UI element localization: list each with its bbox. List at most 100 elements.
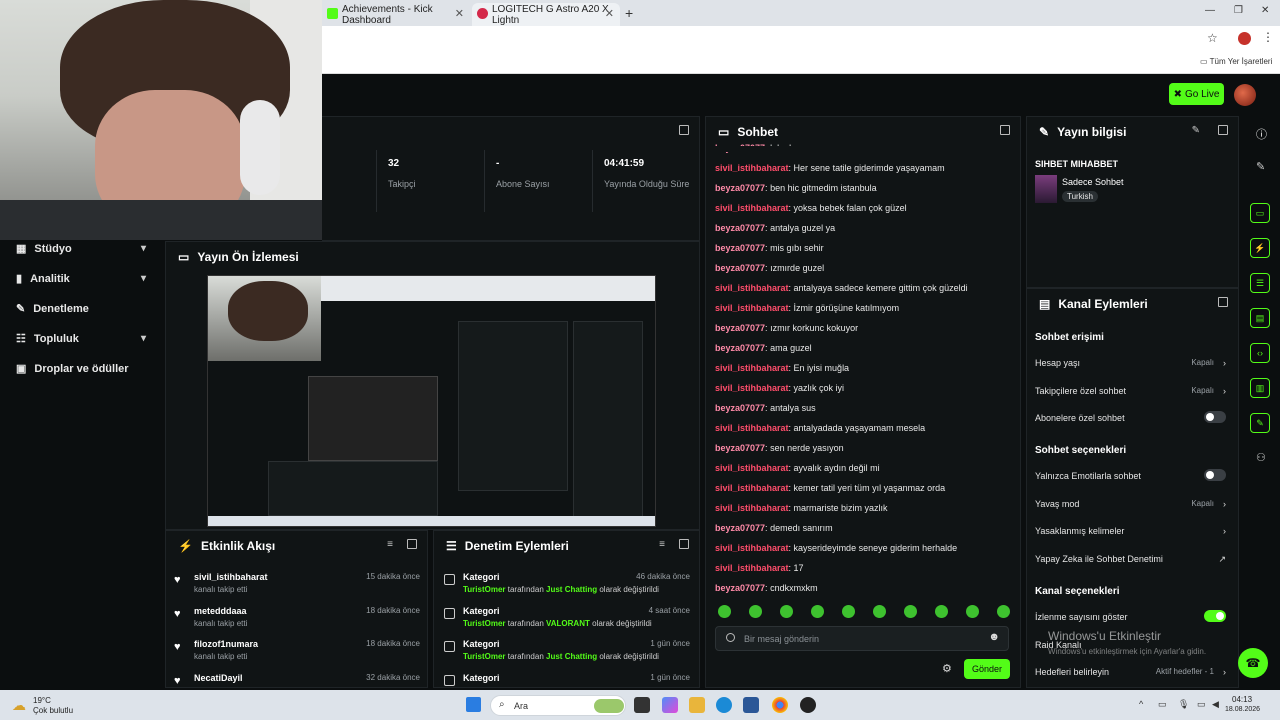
stream-preview-video[interactable] bbox=[207, 275, 656, 527]
weather-icon[interactable]: ☁ bbox=[12, 697, 26, 714]
rail-code-icon[interactable]: ‹› bbox=[1250, 343, 1270, 363]
chat-input[interactable]: Bir mesaj gönderin ☻ bbox=[715, 626, 1009, 651]
file-explorer-icon[interactable] bbox=[689, 697, 705, 713]
filter-icon[interactable]: ≡ bbox=[659, 539, 665, 550]
popout-icon[interactable] bbox=[407, 539, 417, 549]
emote-icon[interactable] bbox=[749, 605, 762, 618]
sidebar-item-studio[interactable]: ▦ Stüdyo ▾ bbox=[16, 242, 146, 256]
minimize-icon[interactable]: — bbox=[1205, 5, 1215, 16]
chat-username[interactable]: sivil_istihbaharat bbox=[715, 203, 789, 213]
emoji-icon[interactable]: ☻ bbox=[988, 631, 1000, 643]
activity-user[interactable]: sivil_istihbaharat bbox=[194, 572, 268, 582]
channel-action-row[interactable]: Hesap yaşı Kapalı › bbox=[1035, 358, 1230, 368]
channel-action-row[interactable]: Takipçilere özel sohbet Kapalı › bbox=[1035, 386, 1230, 396]
chat-username[interactable]: beyza07077 bbox=[715, 263, 765, 273]
chat-username[interactable]: beyza07077 bbox=[715, 403, 765, 413]
chat-username[interactable]: beyza07077 bbox=[715, 183, 765, 193]
microphone-icon[interactable]: 🎙 bbox=[1178, 699, 1189, 710]
copilot-icon[interactable] bbox=[662, 697, 678, 713]
edit-icon[interactable]: ✎ bbox=[1192, 125, 1200, 136]
close-tab-icon[interactable]: ✕ bbox=[605, 7, 614, 20]
sidebar-item-moderation[interactable]: ✎ Denetleme bbox=[16, 302, 146, 316]
chat-username[interactable]: beyza07077 bbox=[715, 443, 765, 453]
chat-username[interactable]: beyza07077 bbox=[715, 343, 765, 353]
rail-tools-icon[interactable]: ✎ bbox=[1250, 413, 1270, 433]
app-icon[interactable] bbox=[800, 697, 816, 713]
star-bookmark-icon[interactable]: ☆ bbox=[1207, 31, 1218, 45]
new-tab-icon[interactable]: + bbox=[625, 5, 633, 21]
info-icon[interactable]: ⓘ bbox=[1256, 126, 1267, 142]
emote-icon[interactable] bbox=[935, 605, 948, 618]
close-tab-icon[interactable]: ✕ bbox=[455, 7, 464, 20]
emote-icon[interactable] bbox=[811, 605, 824, 618]
chat-username[interactable]: sivil_istihbaharat bbox=[715, 463, 789, 473]
chrome-icon[interactable] bbox=[772, 697, 788, 713]
activity-user[interactable]: filozof1numara bbox=[194, 639, 258, 649]
chat-username[interactable]: beyza07077 bbox=[715, 583, 765, 593]
emote-icon[interactable] bbox=[904, 605, 917, 618]
menu-dots-icon[interactable]: ⋮ bbox=[1262, 30, 1274, 44]
windows-start-icon[interactable] bbox=[466, 697, 481, 712]
profile-icon[interactable] bbox=[1238, 32, 1251, 45]
send-button[interactable]: Gönder bbox=[964, 659, 1010, 679]
rail-stats-icon[interactable]: ▥ bbox=[1250, 378, 1270, 398]
channel-action-row[interactable]: Yavaş mod Kapalı › bbox=[1035, 499, 1230, 509]
chat-username[interactable]: beyza07077 bbox=[715, 243, 765, 253]
popout-icon[interactable] bbox=[679, 125, 689, 135]
close-window-icon[interactable]: ✕ bbox=[1261, 5, 1269, 16]
activity-user[interactable]: metedddaaa bbox=[194, 606, 247, 616]
tray-chevron-icon[interactable]: ^ bbox=[1139, 699, 1143, 709]
chat-username[interactable]: beyza07077 bbox=[715, 323, 765, 333]
go-live-button[interactable]: ✖ Go Live bbox=[1169, 83, 1224, 105]
toggle-switch[interactable] bbox=[1204, 411, 1226, 423]
popout-icon[interactable] bbox=[1218, 125, 1228, 135]
restore-icon[interactable]: ❐ bbox=[1234, 5, 1243, 16]
chat-mode-icon[interactable] bbox=[726, 633, 735, 642]
filter-icon[interactable]: ≡ bbox=[387, 539, 393, 550]
rail-activity-icon[interactable]: ⚡ bbox=[1250, 238, 1270, 258]
popout-icon[interactable] bbox=[1000, 125, 1010, 135]
task-view-icon[interactable] bbox=[634, 697, 650, 713]
sidebar-item-community[interactable]: ☷ Topluluk ▾ bbox=[16, 332, 146, 346]
chat-username[interactable]: beyza07077 bbox=[715, 523, 765, 533]
chat-username[interactable]: sivil_istihbaharat bbox=[715, 303, 789, 313]
volume-icon[interactable]: ◀ bbox=[1212, 699, 1219, 710]
chat-username[interactable]: beyza07077 bbox=[715, 223, 765, 233]
chat-username[interactable]: sivil_istihbaharat bbox=[715, 163, 789, 173]
user-avatar[interactable] bbox=[1234, 84, 1256, 106]
chat-username[interactable]: sivil_istihbaharat bbox=[715, 563, 789, 573]
emote-icon[interactable] bbox=[718, 605, 731, 618]
channel-action-row[interactable]: Yapay Zeka ile Sohbet Denetimi ↗ bbox=[1035, 554, 1230, 564]
popout-icon[interactable] bbox=[679, 539, 689, 549]
emote-icon[interactable] bbox=[966, 605, 979, 618]
edge-icon[interactable] bbox=[716, 697, 732, 713]
all-bookmarks[interactable]: ▭ Tüm Yer İşaretleri bbox=[1200, 57, 1272, 66]
chat-username[interactable]: sivil_istihbaharat bbox=[715, 483, 789, 493]
chat-username[interactable]: sivil_istihbaharat bbox=[715, 383, 789, 393]
edit-icon[interactable]: ✎ bbox=[1256, 160, 1265, 173]
support-chat-icon[interactable]: ☎ bbox=[1238, 648, 1268, 678]
channel-action-row[interactable]: Yasaklanmış kelimeler › bbox=[1035, 526, 1230, 536]
sidebar-item-analytics[interactable]: ▮ Analitik ▾ bbox=[16, 272, 146, 286]
gear-icon[interactable]: ⚙ bbox=[942, 662, 952, 675]
rail-list-icon[interactable]: ☰ bbox=[1250, 273, 1270, 293]
chat-username[interactable]: sivil_istihbaharat bbox=[715, 543, 789, 553]
taskbar-search[interactable]: ⌕ Ara bbox=[490, 695, 626, 716]
rail-preview-icon[interactable]: ▭ bbox=[1250, 203, 1270, 223]
popout-icon[interactable] bbox=[1218, 297, 1228, 307]
browser-tab-kick[interactable]: Achievements - Kick Dashboard ✕ bbox=[322, 3, 470, 26]
tray-app-icon[interactable]: ▭ bbox=[1158, 699, 1167, 710]
chat-username[interactable]: sivil_istihbaharat bbox=[715, 423, 789, 433]
emote-icon[interactable] bbox=[997, 605, 1010, 618]
activity-user[interactable]: NecatiDayil bbox=[194, 673, 243, 683]
chat-username[interactable]: sivil_istihbaharat bbox=[715, 503, 789, 513]
emote-icon[interactable] bbox=[873, 605, 886, 618]
emote-icon[interactable] bbox=[780, 605, 793, 618]
channel-action-row[interactable]: Abonelere özel sohbet bbox=[1035, 411, 1230, 423]
browser-tab-logitech[interactable]: LOGITECH G Astro A20 X Lightn ✕ bbox=[472, 3, 620, 26]
chat-username[interactable]: sivil_istihbaharat bbox=[715, 283, 789, 293]
toggle-switch[interactable] bbox=[1204, 469, 1226, 481]
chat-username[interactable]: sivil_istihbaharat bbox=[715, 363, 789, 373]
rail-chat-icon[interactable]: ▤ bbox=[1250, 308, 1270, 328]
share-icon[interactable]: ⚇ bbox=[1256, 451, 1266, 464]
